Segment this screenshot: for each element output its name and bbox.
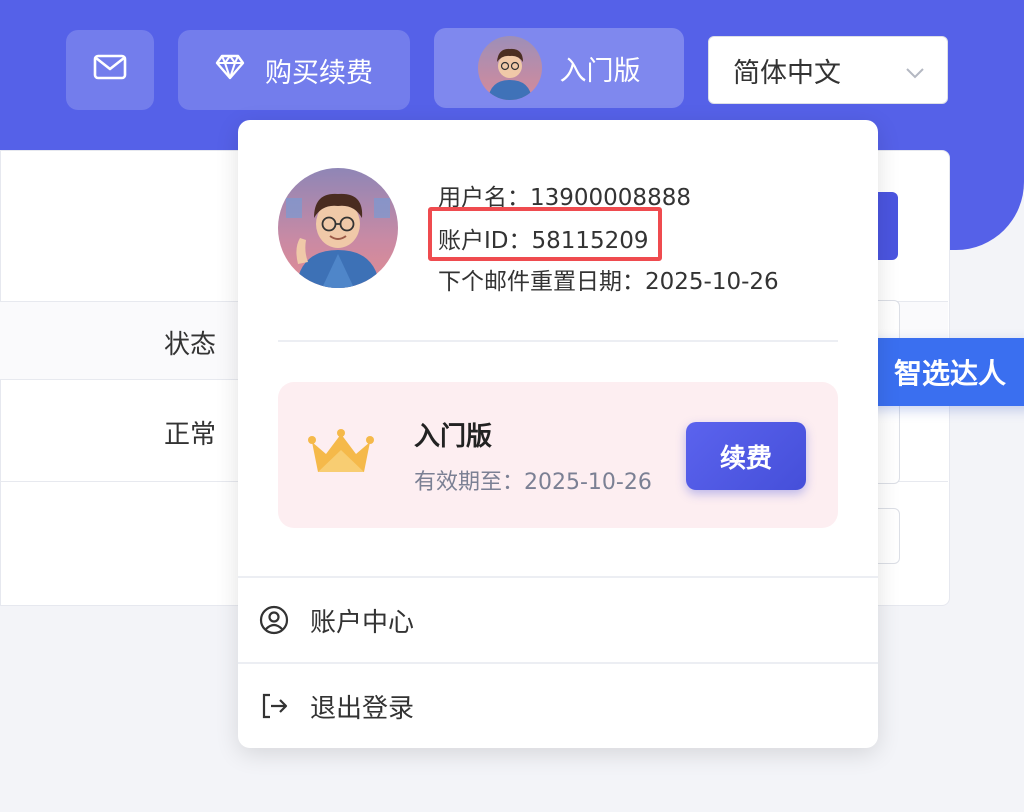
- user-plan-button[interactable]: 入门版: [434, 28, 684, 108]
- chevron-down-icon: [905, 55, 925, 86]
- divider: [278, 340, 838, 342]
- mail-reset-date-text: 下个邮件重置日期：2025-10-26: [438, 269, 779, 295]
- user-dropdown-panel: 用户名：13900008888 账户ID：58115209 下个邮件重置日期：2…: [238, 120, 878, 748]
- mail-icon: [93, 54, 127, 87]
- table-cell-status: 正常: [164, 420, 217, 450]
- plan-card: 入门版 有效期至：2025-10-26 续费: [278, 382, 838, 528]
- menu-item-account-center[interactable]: 账户中心: [238, 578, 878, 662]
- plan-expiry-text: 有效期至：2025-10-26: [414, 470, 652, 495]
- language-select[interactable]: 简体中文: [708, 36, 948, 104]
- language-select-value: 简体中文: [733, 57, 841, 89]
- account-id-highlight: [428, 207, 662, 261]
- user-circle-icon: [258, 604, 290, 636]
- plan-name: 入门版: [414, 422, 493, 452]
- avatar: [477, 36, 542, 100]
- menu-item-label: 账户中心: [310, 607, 415, 638]
- menu-item-logout[interactable]: 退出登录: [238, 664, 878, 748]
- zhixuan-badge-label: 智选达人: [894, 357, 1007, 390]
- table-header-status: 状态: [164, 330, 217, 360]
- diamond-icon: [215, 54, 245, 87]
- buy-renew-button[interactable]: 购买续费: [178, 30, 410, 110]
- mail-button[interactable]: [66, 30, 154, 110]
- menu-item-label: 退出登录: [310, 693, 415, 724]
- buy-renew-label: 购买续费: [265, 57, 373, 89]
- logout-icon: [258, 690, 290, 722]
- crown-icon: [308, 428, 374, 480]
- renew-button[interactable]: 续费: [686, 422, 806, 490]
- plan-button-label: 入门版: [559, 55, 641, 87]
- avatar: [278, 168, 398, 288]
